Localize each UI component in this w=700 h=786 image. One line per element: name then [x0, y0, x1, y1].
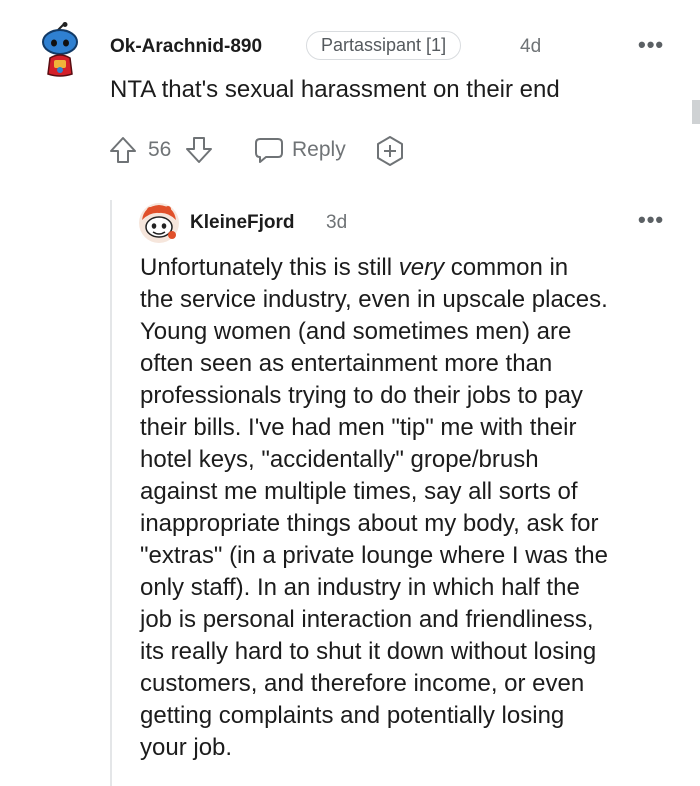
text-segment: against me multiple times, say all sorts…: [140, 478, 578, 505]
text-segment: its really hard to shut it down without …: [140, 638, 597, 665]
commenter-avatar[interactable]: [38, 22, 82, 78]
user-flair: Partassipant [1]: [306, 31, 462, 60]
snoo-avatar-icon: [139, 203, 179, 243]
reply-label: Reply: [292, 138, 346, 161]
comment-more-button[interactable]: •••: [638, 32, 664, 58]
text-segment: only staff). In an industry in which hal…: [140, 574, 580, 601]
downvote-arrow-icon: [186, 137, 212, 163]
text-segment: professionals trying to do their jobs to…: [140, 382, 583, 409]
text-segment: your job.: [140, 734, 233, 761]
reply-body-line: customers, and therefore income, or even: [140, 668, 696, 700]
text-segment: the service industry, even in upscale pl…: [140, 286, 608, 313]
text-segment: customers, and therefore income, or even: [140, 670, 585, 697]
text-segment: Unfortunately this is still: [140, 254, 399, 281]
text-segment: Young women (and sometimes men) are: [140, 318, 572, 345]
reply-body-line: professionals trying to do their jobs to…: [140, 380, 696, 412]
comment-username[interactable]: Ok-Arachnid-890: [110, 36, 262, 58]
text-segment: getting complaints and potentially losin…: [140, 702, 565, 729]
reply-body-line: getting complaints and potentially losin…: [140, 700, 696, 732]
reply-body-line: hotel keys, "accidentally" grope/brush: [140, 444, 696, 476]
reply-body-line: often seen as entertainment more than: [140, 348, 696, 380]
reply-button[interactable]: Reply: [254, 134, 346, 166]
award-plus-icon: [377, 136, 403, 166]
comment-timestamp[interactable]: 4d: [520, 36, 541, 58]
comment-body: NTA that's sexual harassment on their en…: [110, 76, 560, 103]
text-segment: their bills. I've had men "tip" me with …: [140, 414, 577, 441]
text-segment: often seen as entertainment more than: [140, 350, 553, 377]
emphasized-text: very: [398, 254, 445, 281]
chat-bubble-icon: [255, 138, 283, 163]
reply-body-line: job is personal interaction and friendli…: [140, 604, 696, 636]
upvote-button[interactable]: [108, 134, 140, 166]
reply-body-line: only staff). In an industry in which hal…: [140, 572, 696, 604]
text-segment: "extras" (in a private lounge where I wa…: [140, 542, 608, 569]
reply-body-line: your job.: [140, 732, 696, 764]
reply-avatar[interactable]: [138, 202, 180, 244]
reply-body-line: their bills. I've had men "tip" me with …: [140, 412, 696, 444]
reply-timestamp[interactable]: 3d: [326, 212, 347, 234]
thread-line[interactable]: [110, 200, 112, 786]
reply-body-line: Young women (and sometimes men) are: [140, 316, 696, 348]
reply-more-button[interactable]: •••: [638, 207, 664, 233]
reply-body-line: its really hard to shut it down without …: [140, 636, 696, 668]
reply-body-line: against me multiple times, say all sorts…: [140, 476, 696, 508]
upvote-arrow-icon: [110, 137, 136, 163]
text-segment: job is personal interaction and friendli…: [140, 606, 594, 633]
reply-body-line: Unfortunately this is still very common …: [140, 252, 696, 284]
reply-body-line: "extras" (in a private lounge where I wa…: [140, 540, 696, 572]
snoo-avatar-icon: [42, 22, 78, 77]
vote-count: 56: [148, 138, 172, 161]
downvote-button[interactable]: [184, 134, 216, 166]
reply-username[interactable]: KleineFjord: [190, 212, 295, 234]
award-button[interactable]: [374, 134, 408, 168]
reply-body: Unfortunately this is still very common …: [140, 252, 696, 764]
text-segment: inappropriate things about my body, ask …: [140, 510, 599, 537]
scrollbar-thumb[interactable]: [692, 100, 700, 124]
reply-body-line: the service industry, even in upscale pl…: [140, 284, 696, 316]
text-segment: hotel keys, "accidentally" grope/brush: [140, 446, 539, 473]
reply-body-line: inappropriate things about my body, ask …: [140, 508, 696, 540]
text-segment: common in: [444, 254, 569, 281]
